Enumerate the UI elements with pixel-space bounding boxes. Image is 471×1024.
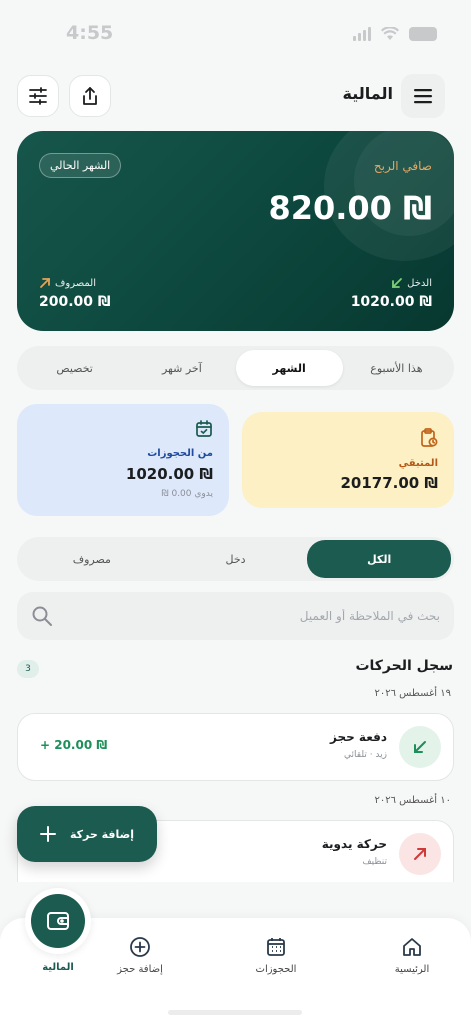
share-upload-icon bbox=[83, 87, 97, 105]
filter-income[interactable]: دخل bbox=[164, 540, 308, 578]
transaction-row[interactable]: دفعة حجز زيد · تلقائي + 20.00 ₪ bbox=[17, 713, 454, 781]
arrow-up-right-icon bbox=[40, 278, 50, 288]
page-title: المالية bbox=[342, 84, 393, 103]
date-group-header: ١٠ أغسطس ٢٠٢٦ bbox=[374, 795, 451, 806]
income-label-row: الدخل bbox=[391, 277, 432, 289]
tab-custom[interactable]: تخصيص bbox=[21, 350, 128, 386]
search-input[interactable] bbox=[63, 609, 440, 623]
status-time: 4:55 bbox=[66, 22, 114, 44]
add-transaction-label: إضافة حركة bbox=[69, 827, 135, 841]
nav-label-home: الرئيسية bbox=[394, 964, 430, 975]
transaction-amount: + 20.00 ₪ bbox=[40, 738, 108, 752]
type-filter: الكل دخل مصروف bbox=[17, 537, 454, 581]
period-tabs: هذا الأسبوع الشهر آخر شهر تخصيص bbox=[17, 346, 454, 390]
remaining-label: المتبقي bbox=[398, 458, 438, 469]
clipboard-clock-icon bbox=[421, 428, 438, 447]
sliders-filter-icon bbox=[29, 87, 47, 105]
home-icon bbox=[403, 938, 421, 956]
status-bar: 4:55 bbox=[0, 0, 471, 70]
tab-this-week[interactable]: هذا الأسبوع bbox=[343, 350, 450, 386]
expense-label-row: المصروف bbox=[39, 277, 96, 289]
arrow-up-right-icon bbox=[414, 848, 426, 860]
bookings-manual-sub: يدوي 0.00 ₪ bbox=[161, 489, 213, 499]
calendar-check-icon bbox=[196, 420, 212, 437]
plus-icon bbox=[39, 826, 56, 842]
nav-item-finance[interactable] bbox=[25, 888, 91, 954]
bookings-stat-card: من الحجوزات 1020.00 ₪ يدوي 0.00 ₪ bbox=[17, 404, 229, 516]
nav-item-add-booking[interactable]: إضافة حجز bbox=[95, 936, 185, 975]
search-bar bbox=[17, 592, 454, 640]
remaining-value: 20177.00 ₪ bbox=[340, 474, 438, 492]
filter-settings-button[interactable] bbox=[17, 75, 59, 117]
nav-label-add-booking: إضافة حجز bbox=[117, 964, 163, 975]
net-profit-label: صافي الربح bbox=[373, 159, 432, 173]
cellular-signal-icon bbox=[353, 27, 371, 41]
menu-button[interactable] bbox=[401, 74, 445, 118]
nav-item-home[interactable]: الرئيسية bbox=[367, 936, 457, 975]
transactions-log-title: سجل الحركات bbox=[355, 658, 453, 674]
current-period-chip[interactable]: الشهر الحالي bbox=[39, 153, 122, 178]
expense-arrow-badge bbox=[399, 833, 441, 875]
transaction-subtitle: تنظيف bbox=[362, 857, 387, 867]
plus-circle-icon bbox=[130, 937, 150, 957]
filter-all[interactable]: الكل bbox=[307, 540, 451, 578]
nav-label-finance: المالية bbox=[42, 962, 74, 973]
calendar-icon bbox=[267, 938, 285, 956]
filter-expense[interactable]: مصروف bbox=[20, 540, 164, 578]
income-value: 1020.00 ₪ bbox=[350, 294, 432, 310]
transaction-subtitle: زيد · تلقائي bbox=[344, 750, 387, 760]
arrow-down-left-icon bbox=[414, 741, 426, 753]
nav-label-bookings: الحجوزات bbox=[255, 964, 297, 975]
wifi-icon bbox=[381, 27, 399, 40]
date-group-header: ١٩ أغسطس ٢٠٢٦ bbox=[374, 688, 451, 699]
transactions-count-badge: 3 bbox=[17, 660, 39, 678]
wallet-icon bbox=[47, 912, 69, 930]
home-indicator bbox=[168, 1010, 302, 1015]
arrow-down-left-icon bbox=[392, 278, 403, 288]
tab-month[interactable]: الشهر bbox=[235, 350, 343, 386]
transaction-name: حركة يدوية bbox=[321, 837, 387, 851]
income-arrow-badge bbox=[399, 726, 441, 768]
status-icons bbox=[353, 27, 437, 41]
battery-icon bbox=[409, 27, 437, 41]
transaction-name: دفعة حجز bbox=[329, 730, 387, 744]
net-profit-value: 820.00 ₪ bbox=[268, 189, 432, 227]
balance-card: الشهر الحالي صافي الربح 820.00 ₪ الدخل 1… bbox=[17, 131, 454, 331]
search-icon bbox=[32, 606, 52, 626]
tab-last-month[interactable]: آخر شهر bbox=[128, 350, 235, 386]
hamburger-menu-icon bbox=[414, 89, 432, 104]
add-transaction-button[interactable]: إضافة حركة bbox=[17, 806, 157, 862]
bookings-label: من الحجوزات bbox=[147, 448, 213, 459]
finance-active-badge bbox=[31, 894, 85, 948]
expense-value: 200.00 ₪ bbox=[39, 294, 111, 310]
share-button[interactable] bbox=[69, 75, 111, 117]
remaining-stat-card: المتبقي 20177.00 ₪ bbox=[242, 412, 454, 508]
income-label: الدخل bbox=[407, 277, 432, 289]
bookings-value: 1020.00 ₪ bbox=[125, 465, 213, 483]
expense-label: المصروف bbox=[55, 277, 96, 289]
nav-item-bookings[interactable]: الحجوزات bbox=[231, 936, 321, 975]
